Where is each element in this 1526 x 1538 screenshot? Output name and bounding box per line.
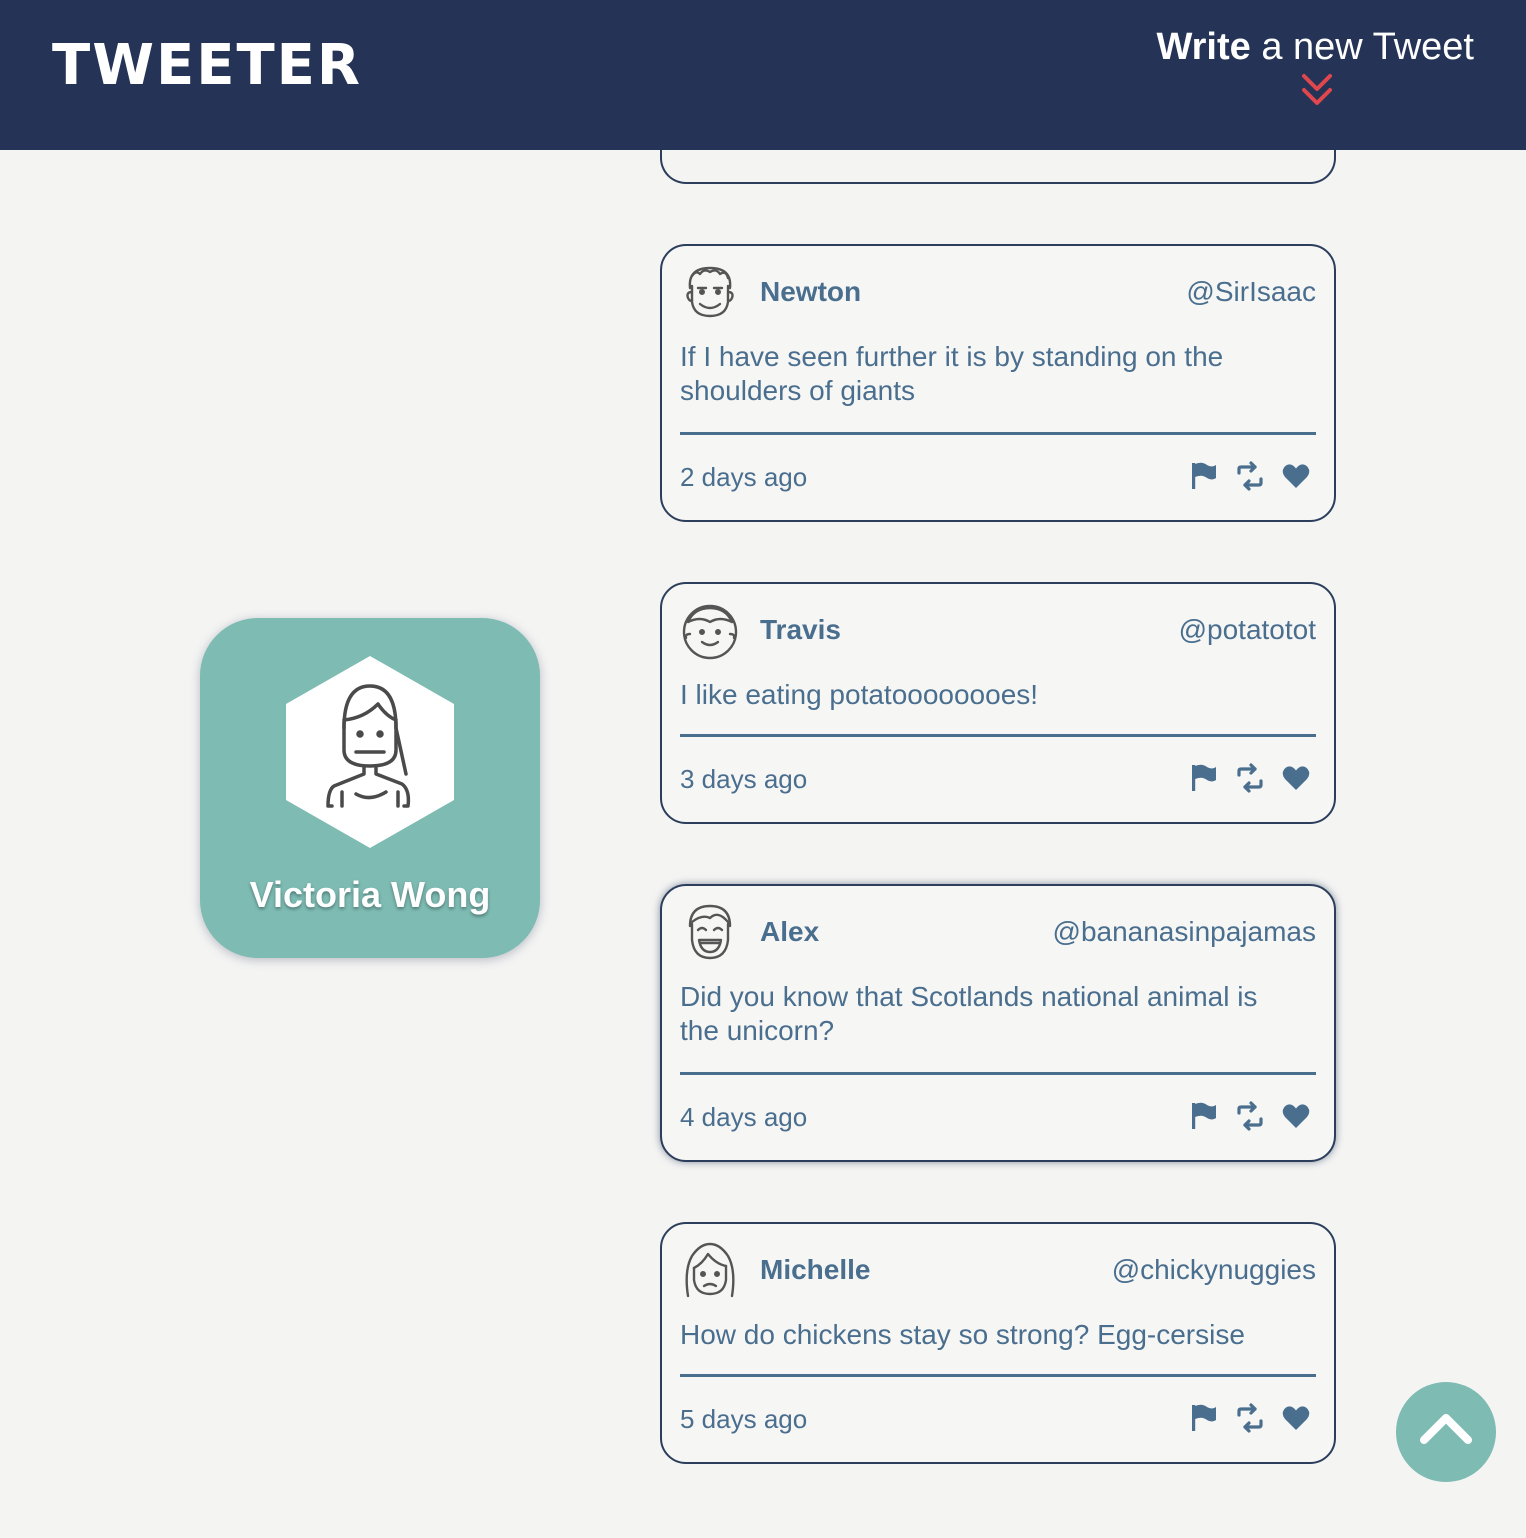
tweet-text: Did you know that Scotlands national ani… bbox=[680, 981, 1258, 1046]
double-chevron-down-icon[interactable] bbox=[1300, 72, 1334, 110]
profile-name: Victoria Wong bbox=[249, 874, 491, 915]
brand-logo[interactable]: TWEETER bbox=[52, 38, 362, 94]
tweet-text: If I have seen further it is by standing… bbox=[680, 341, 1224, 406]
heart-icon[interactable] bbox=[1280, 460, 1312, 492]
heart-icon[interactable] bbox=[1280, 1402, 1312, 1434]
profile-avatar bbox=[286, 656, 454, 848]
author-handle[interactable]: @chickynuggies bbox=[1112, 1254, 1316, 1286]
retweet-icon[interactable] bbox=[1234, 460, 1266, 492]
tweet-timestamp: 3 days ago bbox=[680, 764, 808, 794]
divider bbox=[680, 734, 1316, 737]
boy-avatar-icon bbox=[682, 604, 738, 660]
author-handle[interactable]: @bananasinpajamas bbox=[1053, 916, 1316, 948]
tweet-card: Alex @bananasinpajamas Did you know that… bbox=[660, 884, 1336, 1162]
author-name[interactable]: Newton bbox=[760, 276, 861, 308]
tweet-timestamp: 2 days ago bbox=[680, 462, 808, 492]
retweet-icon[interactable] bbox=[1234, 1100, 1266, 1132]
divider bbox=[680, 432, 1316, 435]
tweet-timestamp: 4 days ago bbox=[680, 1102, 808, 1132]
compose-label-strong: Write bbox=[1156, 26, 1251, 68]
author-name[interactable]: Michelle bbox=[760, 1254, 870, 1286]
heart-icon[interactable] bbox=[1280, 762, 1312, 794]
chevron-up-icon bbox=[1420, 1414, 1472, 1444]
author-name[interactable]: Travis bbox=[760, 614, 841, 646]
flag-icon[interactable] bbox=[1188, 1100, 1220, 1132]
laughing-avatar-icon bbox=[688, 904, 732, 960]
tweet-text: How do chickens stay so strong? Egg-cers… bbox=[680, 1319, 1245, 1350]
tweet-timestamp: 5 days ago bbox=[680, 1404, 808, 1434]
write-new-tweet-button[interactable]: Write a new Tweet bbox=[1156, 28, 1474, 110]
author-name[interactable]: Alex bbox=[760, 916, 819, 948]
profile-card: Victoria Wong bbox=[200, 618, 540, 958]
curly-hair-avatar-icon bbox=[686, 266, 734, 318]
author-handle[interactable]: @SirIsaac bbox=[1186, 276, 1316, 308]
retweet-icon[interactable] bbox=[1234, 762, 1266, 794]
tweet-card: Newton @SirIsaac If I have seen further … bbox=[660, 244, 1336, 522]
divider bbox=[680, 1072, 1316, 1075]
compose-label-rest: a new Tweet bbox=[1250, 26, 1474, 68]
girl-avatar-icon bbox=[685, 1242, 735, 1298]
heart-icon[interactable] bbox=[1280, 1100, 1312, 1132]
tweet-card: Travis @potatotot I like eating potatooo… bbox=[660, 582, 1336, 824]
scroll-to-top-button[interactable] bbox=[1396, 1382, 1496, 1482]
tweet-text: I like eating potatoooooooes! bbox=[680, 679, 1039, 710]
divider bbox=[680, 1374, 1316, 1377]
flag-icon[interactable] bbox=[1188, 460, 1220, 492]
top-nav-bar: TWEETER Write a new Tweet bbox=[0, 0, 1526, 150]
retweet-icon[interactable] bbox=[1234, 1402, 1266, 1434]
flag-icon[interactable] bbox=[1188, 1402, 1220, 1434]
author-handle[interactable]: @potatotot bbox=[1179, 614, 1316, 646]
tweet-card: Michelle @chickynuggies How do chickens … bbox=[660, 1222, 1336, 1464]
flag-icon[interactable] bbox=[1188, 762, 1220, 794]
